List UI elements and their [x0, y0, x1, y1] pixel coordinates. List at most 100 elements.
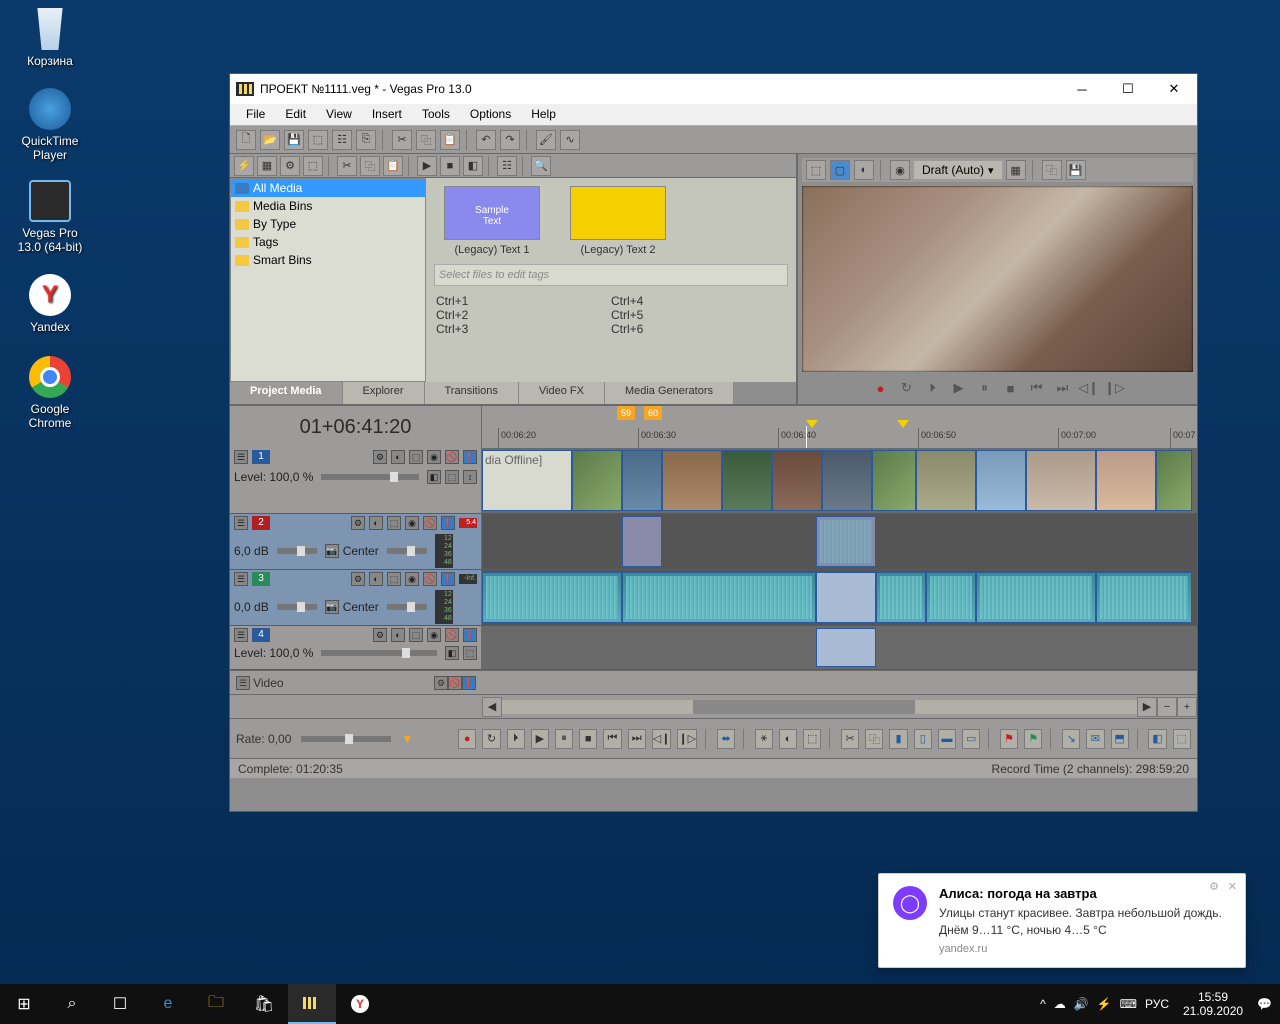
- audio-clip[interactable]: [926, 572, 976, 623]
- preview-tool-icon[interactable]: ▦: [1006, 160, 1026, 180]
- menu-edit[interactable]: Edit: [275, 104, 316, 125]
- scroll-left-icon[interactable]: ◀: [482, 697, 502, 717]
- undo-icon[interactable]: ↶: [476, 130, 496, 150]
- tool-icon[interactable]: ◧: [1148, 729, 1166, 749]
- timeline-scrollbar[interactable]: [502, 700, 1137, 714]
- audio-clip[interactable]: [816, 572, 876, 623]
- menu-file[interactable]: File: [236, 104, 275, 125]
- new-icon[interactable]: 🗋: [236, 130, 256, 150]
- pm-play-icon[interactable]: ▶: [417, 156, 437, 176]
- desktop-icon-recycle-bin[interactable]: Корзина: [12, 8, 88, 68]
- step-fwd-icon[interactable]: ❙▷: [1106, 379, 1124, 397]
- clip-offline[interactable]: dia Offline]: [482, 450, 572, 511]
- task-view-icon[interactable]: ☐: [96, 984, 144, 1024]
- preview-tool-icon[interactable]: ⿻: [1042, 160, 1062, 180]
- zoom-in-icon[interactable]: +: [1177, 697, 1197, 717]
- desktop-icon-quicktime[interactable]: QuickTime Player: [12, 88, 88, 162]
- pm-cut-icon[interactable]: ✂: [337, 156, 357, 176]
- brush-icon[interactable]: 🖌: [536, 130, 556, 150]
- tool-icon[interactable]: ⚹: [755, 729, 773, 749]
- record-button[interactable]: ●: [458, 729, 476, 749]
- bus-header[interactable]: ☰ Video ⚙🚫❗: [230, 671, 482, 694]
- start-button[interactable]: ⊞: [0, 984, 48, 1024]
- media-item[interactable]: (Legacy) Text 2: [570, 186, 666, 256]
- loop-button[interactable]: ↻: [482, 729, 500, 749]
- tray-keyboard-icon[interactable]: ⌨: [1120, 997, 1137, 1011]
- search-icon[interactable]: ⌕: [48, 984, 96, 1024]
- tray-onedrive-icon[interactable]: ☁: [1054, 997, 1066, 1011]
- video-clip[interactable]: [772, 450, 822, 511]
- menu-tools[interactable]: Tools: [412, 104, 460, 125]
- tool-icon[interactable]: ✂: [841, 729, 859, 749]
- titlebar[interactable]: ПРОЕКТ №1111.veg * - Vegas Pro 13.0 ─ ☐ …: [230, 74, 1197, 104]
- video-clip[interactable]: [822, 450, 872, 511]
- cut-icon[interactable]: ✂: [392, 130, 412, 150]
- record-icon[interactable]: ●: [872, 379, 890, 397]
- loop-region-start[interactable]: [806, 420, 818, 428]
- redo-icon[interactable]: ↷: [500, 130, 520, 150]
- copy-icon[interactable]: ⎘: [356, 130, 376, 150]
- tab-transitions[interactable]: Transitions: [425, 382, 519, 404]
- pm-tool-icon[interactable]: ▦: [257, 156, 277, 176]
- play-icon[interactable]: ▶: [950, 379, 968, 397]
- track-2-lane[interactable]: [482, 514, 1197, 569]
- play-from-start-button[interactable]: ⏵: [507, 729, 525, 749]
- preview-save-icon[interactable]: 💾: [1066, 160, 1086, 180]
- preview-quality-dropdown[interactable]: Draft (Auto) ▾: [914, 161, 1002, 179]
- notification-close-icon[interactable]: ✕: [1228, 880, 1237, 893]
- pm-tool-icon[interactable]: 📋: [383, 156, 403, 176]
- stop-button[interactable]: ■: [579, 729, 597, 749]
- preview-monitor[interactable]: [802, 186, 1193, 372]
- tray-notifications-icon[interactable]: 💬: [1257, 997, 1272, 1011]
- tray-language[interactable]: РУС: [1145, 997, 1169, 1011]
- taskbar-store[interactable]: 🛍: [240, 984, 288, 1024]
- timeline-ruler[interactable]: 59 60 00:06:20 00:06:30 00:06:40 00:06:5…: [482, 406, 1197, 448]
- audio-clip[interactable]: [1096, 572, 1192, 623]
- video-clip[interactable]: [976, 450, 1026, 511]
- tool-icon[interactable]: ⬚: [803, 729, 821, 749]
- video-clip[interactable]: [1096, 450, 1156, 511]
- loop-region-end[interactable]: [897, 420, 909, 428]
- pm-tool-icon[interactable]: ☷: [497, 156, 517, 176]
- pm-tool-icon[interactable]: ◧: [463, 156, 483, 176]
- marker-60[interactable]: 60: [644, 406, 662, 420]
- pm-tool-icon[interactable]: ⚙: [280, 156, 300, 176]
- pm-tool-icon[interactable]: ⬚: [303, 156, 323, 176]
- desktop-icon-chrome[interactable]: Google Chrome: [12, 356, 88, 430]
- taskbar-explorer[interactable]: 🗀: [192, 984, 240, 1024]
- tool-icon[interactable]: ⚑: [1000, 729, 1018, 749]
- properties-icon[interactable]: ☷: [332, 130, 352, 150]
- menu-help[interactable]: Help: [521, 104, 566, 125]
- playhead[interactable]: [806, 426, 807, 448]
- go-start-button[interactable]: ⏮: [603, 729, 621, 749]
- tool-icon[interactable]: ▭: [962, 729, 980, 749]
- close-button[interactable]: ✕: [1151, 74, 1197, 104]
- audio-clip[interactable]: [622, 516, 662, 567]
- audio-clip[interactable]: [622, 572, 816, 623]
- tool-icon[interactable]: ◐: [779, 729, 797, 749]
- taskbar-yandex[interactable]: Y: [336, 984, 384, 1024]
- tree-item-tags[interactable]: Tags: [231, 233, 425, 251]
- bezier-icon[interactable]: ∿: [560, 130, 580, 150]
- pause-button[interactable]: ⏸: [555, 729, 573, 749]
- maximize-button[interactable]: ☐: [1105, 74, 1151, 104]
- go-end-button[interactable]: ⏭: [628, 729, 646, 749]
- next-icon[interactable]: ⏭: [1054, 379, 1072, 397]
- play-start-icon[interactable]: ⏵: [924, 379, 942, 397]
- audio-clip[interactable]: [976, 572, 1096, 623]
- tray-clock[interactable]: 15:59 21.09.2020: [1177, 990, 1249, 1019]
- pm-zoom-icon[interactable]: 🔍: [531, 156, 551, 176]
- menu-view[interactable]: View: [316, 104, 362, 125]
- pause-icon[interactable]: ⏸: [976, 379, 994, 397]
- next-frame-button[interactable]: ❙▷: [677, 729, 697, 749]
- open-icon[interactable]: 📂: [260, 130, 280, 150]
- tab-project-media[interactable]: Project Media: [230, 382, 343, 404]
- pm-tool-icon[interactable]: ⚡: [234, 156, 254, 176]
- audio-clip[interactable]: [876, 572, 926, 623]
- track-3-lane[interactable]: [482, 570, 1197, 625]
- track-header-1[interactable]: ☰1⚙◐⬚◉🚫❗ Level: 100,0 %◧⬚↕: [230, 448, 482, 513]
- stop-icon[interactable]: ■: [1002, 379, 1020, 397]
- taskbar-edge[interactable]: e: [144, 984, 192, 1024]
- desktop-icon-vegas[interactable]: Vegas Pro 13.0 (64-bit): [12, 180, 88, 254]
- tool-icon[interactable]: ▯: [914, 729, 932, 749]
